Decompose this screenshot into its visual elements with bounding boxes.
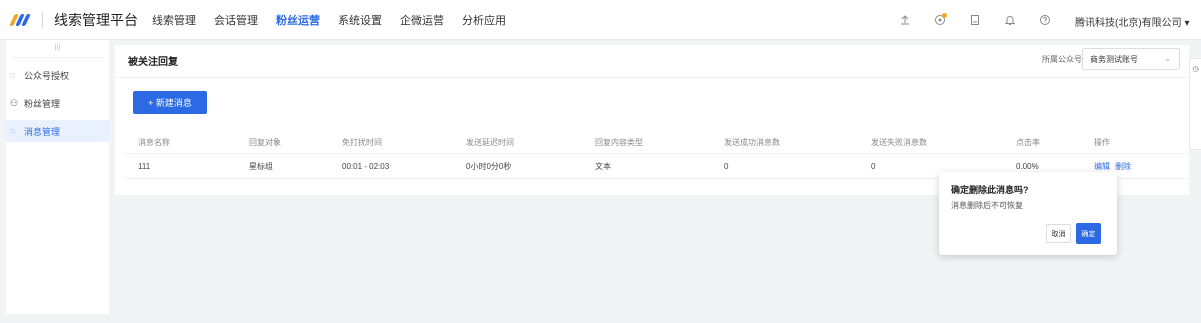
floating-side-tab[interactable]: ◷ <box>1189 58 1201 150</box>
nav-item-settings[interactable]: 系统设置 <box>338 12 382 28</box>
cell-content-type: 文本 <box>595 162 611 171</box>
company-name: 腾讯科技(北京)有限公司 <box>1075 18 1182 29</box>
sidebar-item-message-management[interactable]: ◌ 消息管理 <box>6 120 109 142</box>
page-title: 被关注回复 <box>128 57 178 68</box>
message-icon: ◌ <box>10 126 16 136</box>
sidebar-item-fan-management[interactable]: ⚇ 粉丝管理 <box>6 92 109 114</box>
account-label: 所属公众号 <box>1042 55 1082 64</box>
chat-bubble-icon: ◌ <box>10 70 16 80</box>
clock-icon: ◷ <box>1192 66 1199 73</box>
sidebar: ||| ◌ 公众号授权 ⚇ 粉丝管理 ◌ 消息管理 <box>6 40 109 314</box>
column-header: 回复内容类型 <box>595 138 643 147</box>
bell-icon[interactable] <box>1001 11 1019 29</box>
column-header: 操作 <box>1094 138 1110 147</box>
upload-icon[interactable] <box>896 11 914 29</box>
sidebar-item-label: 消息管理 <box>24 126 61 137</box>
edit-link[interactable]: 编辑 <box>1094 162 1110 171</box>
help-icon[interactable] <box>1036 11 1054 29</box>
nav-item-fans[interactable]: 粉丝运营 <box>276 12 320 28</box>
chevron-down-icon: ▾ <box>1184 18 1190 29</box>
cell-name: 111 <box>138 162 151 171</box>
cell-target: 星标组 <box>249 162 273 171</box>
main-nav: 线索管理 会话管理 粉丝运营 系统设置 企微运营 分析应用 <box>152 12 524 28</box>
column-header: 回复对象 <box>249 138 281 147</box>
app-logo <box>9 12 32 28</box>
column-header: 消息名称 <box>138 138 170 147</box>
delete-confirm-popover: 确定删除此消息吗? 消息删除后不可恢复 取消 确定 <box>939 172 1117 255</box>
nav-item-sessions[interactable]: 会话管理 <box>214 12 258 28</box>
sidebar-item-label: 公众号授权 <box>24 70 70 81</box>
notification-badge-icon[interactable] <box>931 11 949 29</box>
table-header: 消息名称 回复对象 免打扰时间 发送延迟时间 回复内容类型 发送成功消息数 发送… <box>125 131 1189 154</box>
column-header: 发送延迟时间 <box>466 138 514 147</box>
nav-item-wecom[interactable]: 企微运营 <box>400 12 444 28</box>
cell-quiet-time: 00:01 - 02:03 <box>342 162 390 171</box>
cell-delay: 0小时0分0秒 <box>466 162 512 171</box>
cell-success-count: 0 <box>724 162 729 171</box>
top-navigation-bar: 线索管理平台 线索管理 会话管理 粉丝运营 系统设置 企微运营 分析应用 腾讯科… <box>0 0 1201 40</box>
sidebar-item-account-auth[interactable]: ◌ 公众号授权 <box>6 64 109 86</box>
chevron-down-icon: ⌄ <box>1164 54 1171 63</box>
sidebar-item-label: 粉丝管理 <box>24 98 61 109</box>
sidebar-collapse-handle[interactable]: ||| <box>12 40 103 58</box>
new-message-button[interactable]: + 新建消息 <box>133 91 207 114</box>
document-icon[interactable] <box>966 11 984 29</box>
account-select-value: 商务测试账号 <box>1090 54 1138 64</box>
column-header: 点击率 <box>1016 138 1040 147</box>
title-divider <box>115 77 1189 78</box>
column-header: 发送成功消息数 <box>724 138 780 147</box>
nav-item-analytics[interactable]: 分析应用 <box>462 12 506 28</box>
column-header: 发送失败消息数 <box>871 138 927 147</box>
company-switcher[interactable]: 腾讯科技(北京)有限公司 ▾ <box>1075 14 1189 29</box>
header-icon-group <box>896 0 1071 40</box>
cancel-button[interactable]: 取消 <box>1046 224 1071 243</box>
user-icon: ⚇ <box>10 97 19 108</box>
nav-item-leads[interactable]: 线索管理 <box>152 12 196 28</box>
logo-divider <box>42 11 43 28</box>
popover-description: 消息删除后不可恢复 <box>951 201 1023 210</box>
delete-link[interactable]: 删除 <box>1115 162 1131 171</box>
account-select[interactable]: 商务测试账号 ⌄ <box>1082 48 1180 70</box>
cell-fail-count: 0 <box>871 162 876 171</box>
app-title: 线索管理平台 <box>54 11 138 28</box>
confirm-button[interactable]: 确定 <box>1076 223 1101 244</box>
column-header: 免打扰时间 <box>342 138 382 147</box>
popover-title: 确定删除此消息吗? <box>951 185 1029 195</box>
